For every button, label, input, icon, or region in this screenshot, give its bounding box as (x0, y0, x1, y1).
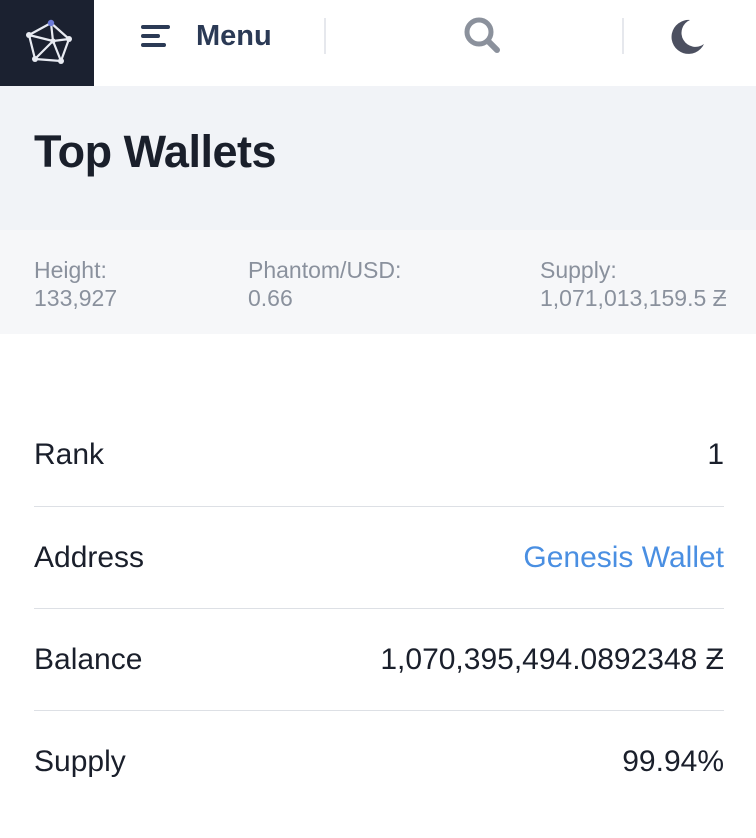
address-link[interactable]: Genesis Wallet (523, 541, 724, 575)
stat-supply: Supply: 1,071,013,159.5 Ƶ (540, 256, 727, 312)
address-label: Address (34, 540, 145, 574)
page-header: Top Wallets (0, 86, 756, 230)
network-stats-bar: Height: 133,927 Phantom/USD: 0.66 Supply… (0, 230, 756, 334)
top-navigation-bar: Menu (0, 0, 756, 86)
stat-phantom-value: 0.66 (248, 285, 293, 311)
divider (324, 18, 326, 54)
menu-button[interactable]: Menu (140, 18, 272, 54)
stat-phantom-label: Phantom/USD: (248, 257, 402, 283)
stat-height-value: 133,927 (34, 285, 118, 311)
hamburger-menu-icon (140, 23, 172, 49)
detail-row-supply: Supply 99.94% (34, 711, 724, 813)
stat-supply-value: 1,071,013,159.5 Ƶ (540, 285, 727, 311)
page-title: Top Wallets (34, 126, 277, 177)
menu-label: Menu (196, 19, 272, 52)
wallet-detail-list: Rank 1 Address Genesis Wallet Balance 1,… (34, 404, 724, 813)
balance-value: 1,070,395,494.0892348 Ƶ (380, 642, 724, 676)
stat-height: Height: 133,927 (34, 256, 117, 312)
search-button[interactable] (460, 14, 504, 58)
logo[interactable] (0, 0, 94, 86)
stat-supply-label: Supply: (540, 257, 617, 283)
stat-phantom-usd: Phantom/USD: 0.66 (248, 256, 401, 312)
search-icon (464, 17, 500, 53)
network-cube-icon (26, 19, 72, 64)
rank-label: Rank (34, 438, 105, 471)
divider (622, 18, 624, 54)
moon-icon (671, 19, 704, 54)
stat-height-label: Height: (34, 257, 107, 283)
theme-toggle-button[interactable] (662, 14, 710, 60)
rank-value: 1 (707, 438, 724, 471)
balance-label: Balance (34, 642, 143, 676)
detail-row-balance: Balance 1,070,395,494.0892348 Ƶ (34, 609, 724, 711)
detail-row-address: Address Genesis Wallet (34, 507, 724, 609)
supply-label: Supply (34, 745, 126, 778)
detail-row-rank: Rank 1 (34, 404, 724, 507)
supply-value: 99.94% (622, 745, 724, 778)
